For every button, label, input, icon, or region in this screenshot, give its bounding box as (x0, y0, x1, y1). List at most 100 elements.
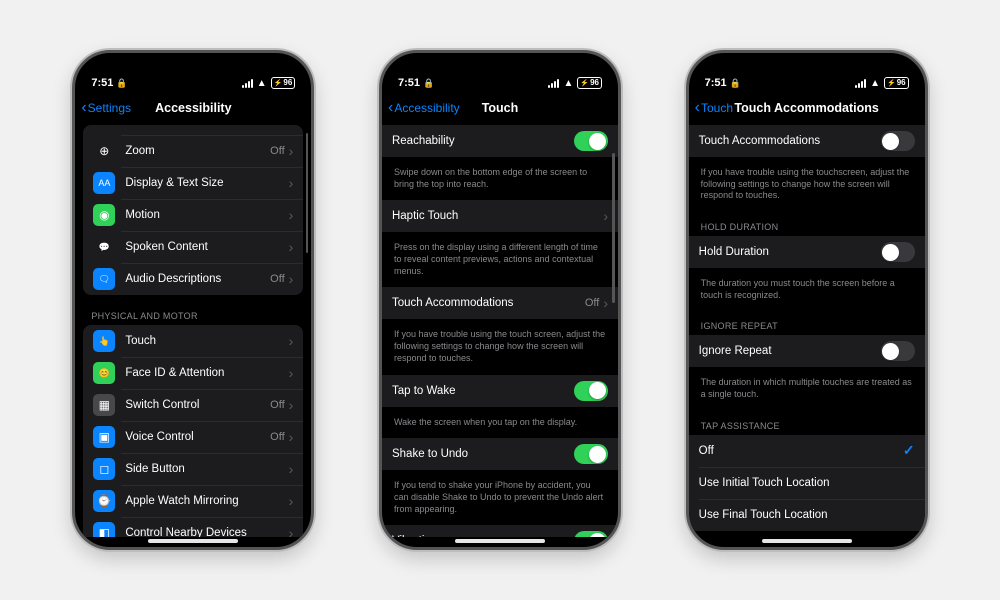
vision-group: ⊕ZoomOff›AADisplay & Text Size›◉Motion›💬… (83, 125, 303, 295)
wifi-icon: ▲ (563, 78, 573, 89)
main-toggle-group: Touch Accommodations (689, 125, 925, 157)
settings-row[interactable]: ⊕ZoomOff› (83, 135, 303, 167)
settings-row[interactable]: 👆Touch› (83, 325, 303, 357)
row-ignore-repeat[interactable]: Ignore Repeat (689, 335, 925, 367)
cellular-icon (242, 79, 253, 88)
row-hold-duration[interactable]: Hold Duration (689, 236, 925, 268)
status-time: 7:51 (705, 77, 727, 89)
switch[interactable] (881, 341, 915, 361)
row-icon: ⊕ (93, 140, 115, 162)
row-label: Use Initial Touch Location (699, 477, 915, 489)
footer-text: The duration you must touch the screen b… (689, 274, 925, 311)
chevron-right-icon: › (603, 208, 608, 224)
back-button[interactable]: ‹ Accessibility (388, 100, 460, 116)
switch[interactable] (574, 531, 608, 537)
wifi-icon: ▲ (870, 78, 880, 89)
status-time: 7:51 (91, 77, 113, 89)
option-row[interactable]: Off✓ (689, 435, 925, 467)
footer-text: Swipe down on the bottom edge of the scr… (382, 163, 618, 200)
section-header-ignore: IGNORE REPEAT (689, 311, 925, 335)
row-label: Touch Accommodations (392, 297, 585, 309)
chevron-left-icon: ‹ (81, 100, 86, 116)
settings-row[interactable]: Haptic Touch› (382, 200, 618, 232)
row-value: Off (270, 145, 284, 157)
settings-row[interactable]: Reachability (382, 125, 618, 157)
row-label: Use Final Touch Location (699, 509, 915, 521)
phone-touch-accommodations: 7:51🔒 ▲ ⚡96 ‹ Touch Touch Accommodations… (686, 50, 928, 550)
setting-group: Tap to Wake (382, 375, 618, 407)
row-value: Off (585, 297, 599, 309)
settings-row[interactable]: ▣Voice ControlOff› (83, 421, 303, 453)
notch (138, 53, 248, 77)
nav-bar: ‹ Accessibility Touch (382, 91, 618, 125)
content: Touch Accommodations If you have trouble… (689, 125, 925, 537)
settings-row[interactable] (83, 125, 303, 135)
row-icon: 👆 (93, 330, 115, 352)
settings-row[interactable]: 🗨Audio DescriptionsOff› (83, 263, 303, 295)
settings-row[interactable]: Tap to Wake (382, 375, 618, 407)
chevron-right-icon: › (289, 333, 294, 349)
settings-row[interactable]: Shake to Undo (382, 438, 618, 470)
wifi-icon: ▲ (257, 78, 267, 89)
row-label: Reachability (392, 135, 574, 147)
option-row[interactable]: Use Initial Touch Location (689, 467, 925, 499)
settings-row[interactable]: 💬Spoken Content› (83, 231, 303, 263)
row-value: Off (270, 431, 284, 443)
row-touch-accommodations[interactable]: Touch Accommodations (689, 125, 925, 157)
chevron-right-icon: › (603, 295, 608, 311)
content: Reachability Swipe down on the bottom edg… (382, 125, 618, 537)
chevron-left-icon: ‹ (695, 100, 700, 116)
setting-group: Touch AccommodationsOff › (382, 287, 618, 319)
row-label: Spoken Content (125, 241, 288, 253)
cellular-icon (855, 79, 866, 88)
content: ⊕ZoomOff›AADisplay & Text Size›◉Motion›💬… (75, 125, 311, 537)
notch (752, 53, 862, 77)
row-label: Apple Watch Mirroring (125, 495, 288, 507)
chevron-right-icon: › (289, 461, 294, 477)
settings-row[interactable]: ⌚Apple Watch Mirroring› (83, 485, 303, 517)
row-label: Vibration (392, 535, 574, 537)
settings-row[interactable]: 😊Face ID & Attention› (83, 357, 303, 389)
row-icon: AA (93, 172, 115, 194)
back-button[interactable]: ‹ Settings (81, 100, 131, 116)
switch[interactable] (574, 444, 608, 464)
home-indicator[interactable] (455, 539, 545, 543)
row-icon: ▦ (93, 394, 115, 416)
row-value: Off (270, 399, 284, 411)
switch[interactable] (574, 381, 608, 401)
chevron-right-icon: › (289, 525, 294, 537)
row-label: Switch Control (125, 399, 270, 411)
scroll-indicator[interactable] (306, 133, 309, 253)
home-indicator[interactable] (148, 539, 238, 543)
settings-row[interactable]: AADisplay & Text Size› (83, 167, 303, 199)
settings-row[interactable]: ◧ Control Nearby Devices› (83, 517, 303, 537)
row-label: Control Nearby Devices (125, 527, 288, 537)
row-icon: 😊 (93, 362, 115, 384)
option-row[interactable]: Use Final Touch Location (689, 499, 925, 531)
switch[interactable] (881, 242, 915, 262)
setting-group: Shake to Undo (382, 438, 618, 470)
back-button[interactable]: ‹ Touch (695, 100, 733, 116)
phone-touch: 7:51🔒 ▲ ⚡96 ‹ Accessibility Touch Reacha… (379, 50, 621, 550)
settings-row[interactable]: ▦Switch ControlOff› (83, 389, 303, 421)
switch[interactable] (881, 131, 915, 151)
chevron-right-icon: › (289, 143, 294, 159)
settings-row[interactable]: Touch AccommodationsOff › (382, 287, 618, 319)
row-icon: 🗨 (93, 268, 115, 290)
footer-text: Press on the display using a different l… (382, 238, 618, 287)
settings-row[interactable]: ◻Side Button› (83, 453, 303, 485)
home-indicator[interactable] (762, 539, 852, 543)
ignore-group: Ignore Repeat (689, 335, 925, 367)
chevron-right-icon: › (289, 239, 294, 255)
row-label: Display & Text Size (125, 177, 288, 189)
row-label: Shake to Undo (392, 448, 574, 460)
row-icon: ◧ (93, 522, 115, 537)
nav-bar: ‹ Settings Accessibility (75, 91, 311, 125)
settings-row[interactable]: ◉Motion› (83, 199, 303, 231)
chevron-right-icon: › (289, 493, 294, 509)
row-label: Audio Descriptions (125, 273, 270, 285)
switch[interactable] (574, 131, 608, 151)
settings-row[interactable]: Vibration (382, 525, 618, 537)
status-time: 7:51 (398, 77, 420, 89)
back-label: Touch (701, 101, 733, 115)
